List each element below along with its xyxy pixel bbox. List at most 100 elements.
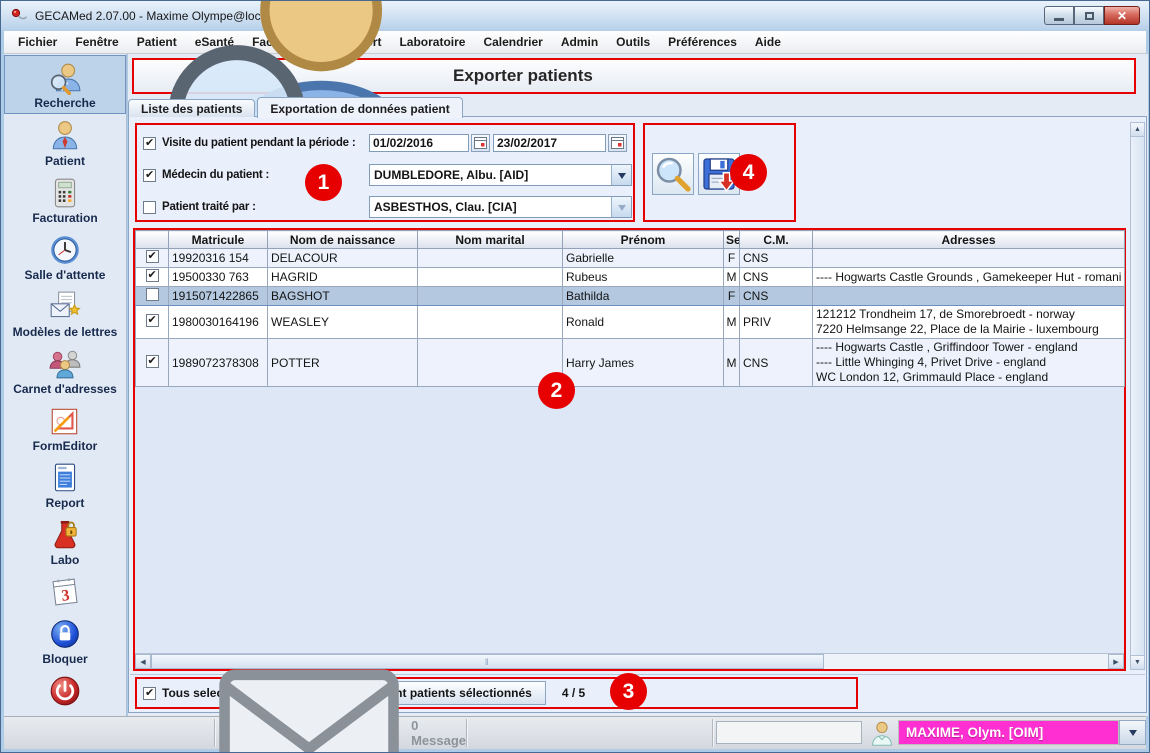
column-header-nom-de-naissance[interactable]: Nom de naissance — [268, 231, 418, 249]
sidebar-item-report[interactable]: Report — [4, 456, 126, 513]
cell-first-name: Ronald — [563, 306, 724, 339]
column-header-matricule[interactable]: Matricule — [169, 231, 268, 249]
export-panel: Visite du patient pendant la période : M… — [128, 116, 1147, 713]
row-checkbox[interactable] — [146, 355, 159, 368]
sidebar-item-calendar[interactable]: 3 — [4, 570, 126, 612]
chevron-down-icon[interactable] — [1119, 720, 1146, 745]
date-from-input[interactable] — [369, 134, 469, 152]
visit-period-checkbox[interactable] — [143, 137, 156, 150]
cell-checkbox — [136, 249, 169, 268]
column-header-se[interactable]: Se: — [724, 231, 740, 249]
chevron-down-icon[interactable] — [611, 197, 631, 217]
address-line: 121212 Trondheim 17, de Smorebroedt - no… — [816, 307, 1121, 322]
scroll-left-icon[interactable]: ◀ — [135, 654, 151, 669]
statusbar-input[interactable] — [716, 721, 862, 744]
treated-by-combobox[interactable]: ASBESTHOS, Clau. [CIA] — [369, 196, 632, 218]
cell-cm: CNS — [740, 268, 813, 287]
annotation-badge-1: 1 — [305, 164, 342, 201]
sidebar-item-salle-d-attente[interactable]: Salle d'attente — [4, 228, 126, 285]
scrollbar-thumb[interactable] — [1131, 137, 1144, 655]
table-row[interactable]: 19500330 763HAGRIDRubeusMCNS---- Hogwart… — [136, 268, 1125, 287]
menu-item-admin[interactable]: Admin — [552, 32, 607, 52]
table-row[interactable]: 19920316 154DELACOURGabrielleFCNS — [136, 249, 1125, 268]
chevron-down-icon[interactable] — [611, 165, 631, 185]
sidebar-item-labo[interactable]: Labo — [4, 513, 126, 570]
column-header-adresses[interactable]: Adresses — [813, 231, 1125, 249]
menu-item-aide[interactable]: Aide — [746, 32, 790, 52]
vertical-scrollbar[interactable]: ▲ ▼ — [1130, 122, 1145, 670]
current-user-combobox[interactable]: MAXIME, Olym. [OIM] — [898, 720, 1119, 745]
date-from-calendar-button[interactable] — [471, 134, 490, 152]
row-checkbox[interactable] — [146, 269, 159, 282]
sidebar-item-patient[interactable]: Patient — [4, 114, 126, 171]
doctor-combobox[interactable]: DUMBLEDORE, Albu. [AID] — [369, 164, 632, 186]
cell-checkbox — [136, 339, 169, 387]
address-line: 7220 Helmsange 22, Place de la Mairie - … — [816, 322, 1121, 337]
scroll-right-icon[interactable]: ▶ — [1108, 654, 1124, 669]
page-header: Exporter patients — [132, 58, 1136, 94]
cell-addresses — [813, 249, 1125, 268]
tab-exportation-de-donnees-patient[interactable]: Exportation de données patient — [257, 97, 462, 118]
sidebar-item-power[interactable] — [4, 669, 126, 711]
tab-bar: Liste des patients Exportation de donnée… — [128, 97, 465, 117]
minimize-icon — [1054, 18, 1064, 21]
tab-liste-des-patients[interactable]: Liste des patients — [128, 99, 255, 117]
row-checkbox[interactable] — [146, 314, 159, 327]
sidebar-item-carnet-d-adresses[interactable]: Carnet d'adresses — [4, 342, 126, 399]
envelope-icon — [214, 659, 404, 753]
search-patient-icon — [48, 61, 82, 95]
doctor-checkbox[interactable] — [143, 169, 156, 182]
date-to-input[interactable] — [493, 134, 606, 152]
treated-by-checkbox[interactable] — [143, 201, 156, 214]
menu-item-preferences[interactable]: Préférences — [659, 32, 746, 52]
cell-sex: F — [724, 287, 740, 306]
annotation-badge-2: 2 — [538, 372, 575, 409]
table-header-row: MatriculeNom de naissanceNom maritalPrén… — [136, 231, 1125, 249]
sidebar-item-recherche[interactable]: Recherche — [4, 55, 126, 114]
scrollbar-track[interactable] — [824, 654, 1108, 669]
row-checkbox[interactable] — [146, 288, 159, 301]
magnifier-icon — [653, 154, 693, 194]
column-header-c-m[interactable]: C.M. — [740, 231, 813, 249]
table-row[interactable]: 1915071422865BAGSHOTBathildaFCNS — [136, 287, 1125, 306]
address-line: ---- Little Whinging 4, Privet Drive - e… — [816, 355, 1121, 370]
column-header-nom-marital[interactable]: Nom marital — [418, 231, 563, 249]
close-button[interactable]: ✕ — [1104, 6, 1140, 25]
cell-first-name: Gabrielle — [563, 249, 724, 268]
restore-icon — [1085, 12, 1094, 20]
date-to-calendar-button[interactable] — [608, 134, 627, 152]
messages-status[interactable]: 0 Message — [214, 717, 466, 749]
minimize-button[interactable] — [1044, 6, 1074, 25]
cell-first-name: Harry James — [563, 339, 724, 387]
statusbar-separator — [466, 719, 468, 747]
sidebar-item-label: Salle d'attente — [25, 268, 106, 282]
sidebar-item-label: Carnet d'adresses — [13, 382, 117, 396]
scroll-down-icon[interactable]: ▼ — [1131, 655, 1144, 669]
sidebar-item-bloquer[interactable]: Bloquer — [4, 612, 126, 669]
column-header-prenom[interactable]: Prénom — [563, 231, 724, 249]
menu-item-calendrier[interactable]: Calendrier — [474, 32, 551, 52]
sidebar-item-formeditor[interactable]: FormEditor — [4, 399, 126, 456]
row-checkbox[interactable] — [146, 250, 159, 263]
cell-sex: F — [724, 249, 740, 268]
close-icon: ✕ — [1117, 9, 1127, 23]
sidebar-item-facturation[interactable]: Facturation — [4, 171, 126, 228]
lock-icon — [48, 617, 82, 651]
sidebar-item-modeles-de-lettres[interactable]: Modèles de lettres — [4, 285, 126, 342]
cell-cm: PRIV — [740, 306, 813, 339]
menu-item-outils[interactable]: Outils — [607, 32, 659, 52]
table-row[interactable]: 1989072378308POTTERHarry JamesMCNS---- H… — [136, 339, 1125, 387]
restore-button[interactable] — [1074, 6, 1104, 25]
cell-birth-name: BAGSHOT — [268, 287, 418, 306]
select-all-checkbox[interactable] — [143, 687, 156, 700]
annotation-badge-3: 3 — [610, 673, 647, 710]
scroll-up-icon[interactable]: ▲ — [1131, 123, 1144, 137]
table-row[interactable]: 1980030164196WEASLEYRonaldMPRIV121212 Tr… — [136, 306, 1125, 339]
menu-item-fichier[interactable]: Fichier — [9, 32, 66, 52]
column-header-checkbox[interactable] — [136, 231, 169, 249]
form-editor-icon — [48, 404, 82, 438]
cell-marital-name — [418, 287, 563, 306]
sidebar: RecherchePatientFacturation Salle d'atten… — [4, 54, 127, 716]
menu-item-fenetre[interactable]: Fenêtre — [66, 32, 127, 52]
search-button[interactable] — [652, 153, 694, 195]
